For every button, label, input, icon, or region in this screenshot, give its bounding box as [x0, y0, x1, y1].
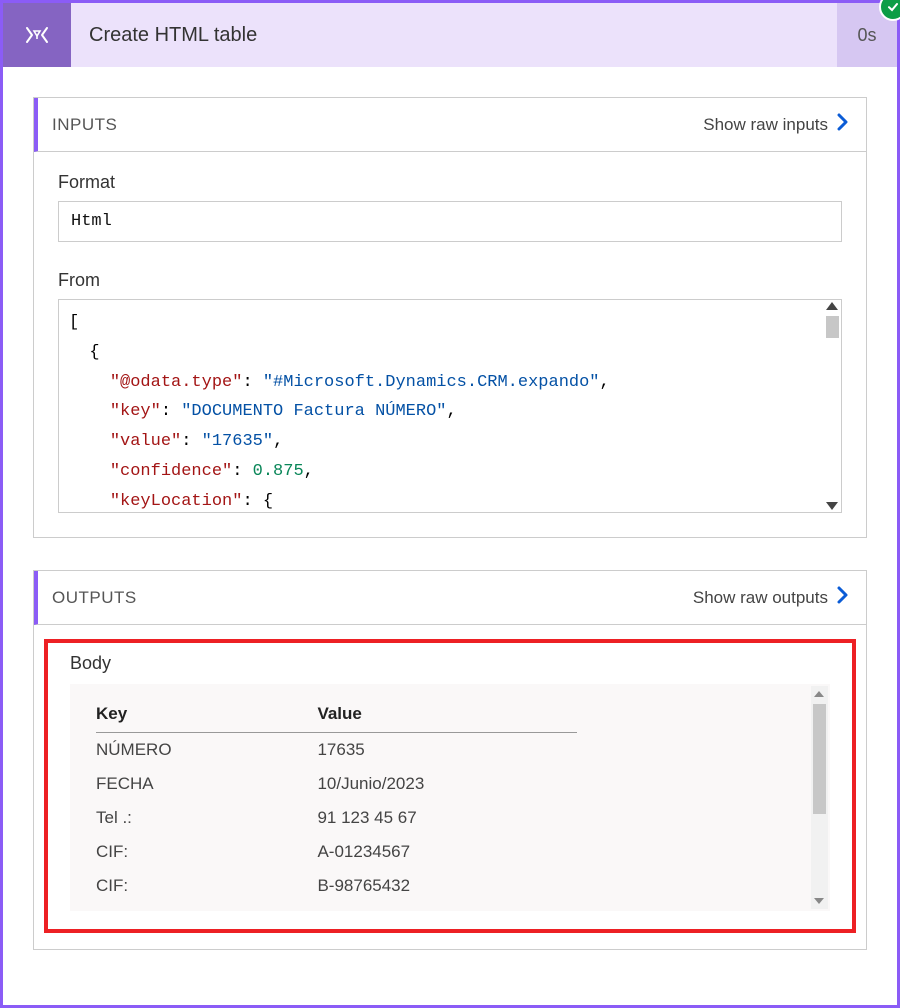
cell-value: A-01234567 [317, 835, 577, 869]
table-row: FECHA10/Junio/2023 [96, 767, 577, 801]
body-table-wrap: Key Value NÚMERO17635FECHA10/Junio/2023T… [70, 684, 830, 911]
cell-key: Tel .: [96, 801, 317, 835]
format-label: Format [58, 172, 842, 193]
outputs-card: OUTPUTS Show raw outputs Body Key Value [33, 570, 867, 950]
scroll-up-icon[interactable] [814, 691, 824, 697]
show-raw-outputs-label: Show raw outputs [693, 588, 828, 608]
from-json-content: [ { "@odata.type": "#Microsoft.Dynamics.… [59, 300, 841, 512]
scroll-down-icon[interactable] [826, 502, 838, 510]
col-value: Value [317, 698, 577, 733]
inputs-header: INPUTS Show raw inputs [34, 98, 866, 152]
cell-key: CIF: [96, 835, 317, 869]
content-area: INPUTS Show raw inputs Format Html From … [3, 67, 897, 970]
body-label: Body [70, 653, 830, 674]
chevron-right-icon [836, 112, 850, 137]
cell-key: CIF: [96, 869, 317, 903]
inputs-card: INPUTS Show raw inputs Format Html From … [33, 97, 867, 538]
action-icon-box [3, 3, 71, 67]
cell-value: 91 123 45 67 [317, 801, 577, 835]
from-label: From [58, 270, 842, 291]
format-value: Html [58, 201, 842, 242]
cell-value: 10/Junio/2023 [317, 767, 577, 801]
outputs-body-section: Body Key Value NÚMERO17635FECHA10/Junio/… [44, 639, 856, 933]
action-title: Create HTML table [71, 3, 837, 67]
filter-code-icon [18, 16, 56, 54]
action-header: Create HTML table 0s [3, 3, 897, 67]
table-row: NÚMERO17635 [96, 733, 577, 768]
col-key: Key [96, 698, 317, 733]
cell-key: FECHA [96, 767, 317, 801]
table-header-row: Key Value [96, 698, 577, 733]
cell-value: B-98765432 [317, 869, 577, 903]
table-row: CIF:B-98765432 [96, 869, 577, 903]
check-icon [886, 0, 900, 14]
body-table: Key Value NÚMERO17635FECHA10/Junio/2023T… [96, 698, 577, 903]
from-json-box: [ { "@odata.type": "#Microsoft.Dynamics.… [58, 299, 842, 513]
scroll-up-icon[interactable] [826, 302, 838, 310]
show-raw-outputs-link[interactable]: Show raw outputs [693, 585, 850, 610]
scroll-thumb[interactable] [813, 704, 826, 814]
inputs-title: INPUTS [52, 115, 117, 135]
scrollbar-track[interactable] [811, 686, 828, 909]
scroll-down-icon[interactable] [814, 898, 824, 904]
outputs-header: OUTPUTS Show raw outputs [34, 571, 866, 625]
cell-value: 17635 [317, 733, 577, 768]
cell-key: NÚMERO [96, 733, 317, 768]
chevron-right-icon [836, 585, 850, 610]
scroll-thumb[interactable] [826, 316, 839, 338]
table-row: Tel .:91 123 45 67 [96, 801, 577, 835]
outputs-title: OUTPUTS [52, 588, 137, 608]
show-raw-inputs-label: Show raw inputs [703, 115, 828, 135]
inputs-body: Format Html From [ { "@odata.type": "#Mi… [34, 152, 866, 537]
show-raw-inputs-link[interactable]: Show raw inputs [703, 112, 850, 137]
table-row: CIF:A-01234567 [96, 835, 577, 869]
